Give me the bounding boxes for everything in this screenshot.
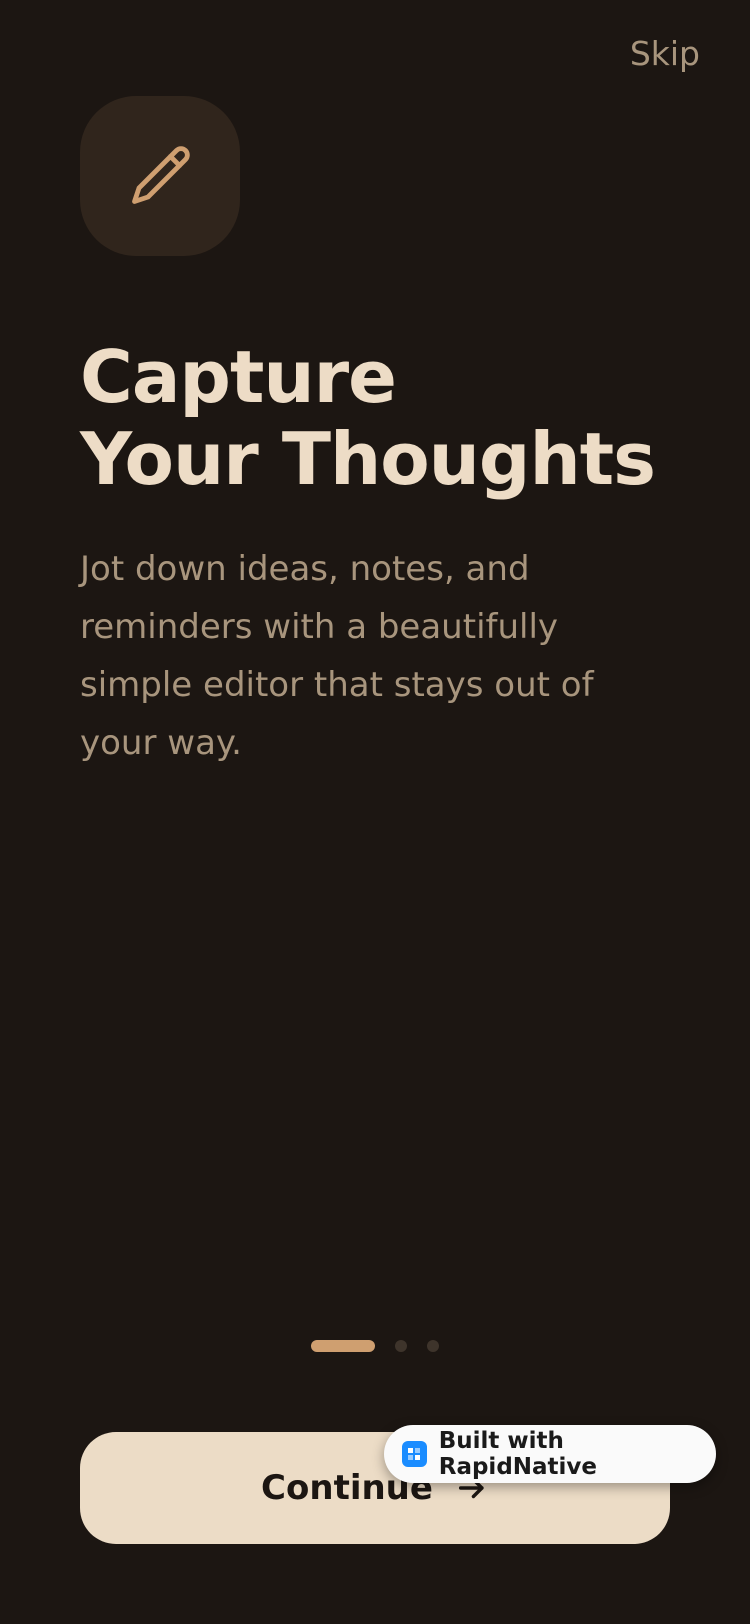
rapidnative-logo-icon bbox=[402, 1441, 427, 1467]
pencil-icon bbox=[132, 146, 190, 204]
description-text: Jot down ideas, notes, and reminders wit… bbox=[80, 549, 594, 763]
page-dot[interactable] bbox=[427, 1340, 439, 1352]
title-line-2: Your Thoughts bbox=[80, 417, 656, 501]
skip-button[interactable]: Skip bbox=[630, 34, 700, 73]
feature-icon-tile bbox=[80, 96, 240, 256]
page-dot[interactable] bbox=[395, 1340, 407, 1352]
badge-label: Built with RapidNative bbox=[438, 1428, 598, 1480]
page-title: Capture Your Thoughts bbox=[80, 335, 656, 501]
title-line-1: Capture bbox=[80, 335, 397, 419]
built-with-badge[interactable]: Built with RapidNative bbox=[384, 1425, 716, 1483]
page-dot-active[interactable] bbox=[311, 1340, 375, 1352]
page-indicator bbox=[0, 1340, 750, 1352]
